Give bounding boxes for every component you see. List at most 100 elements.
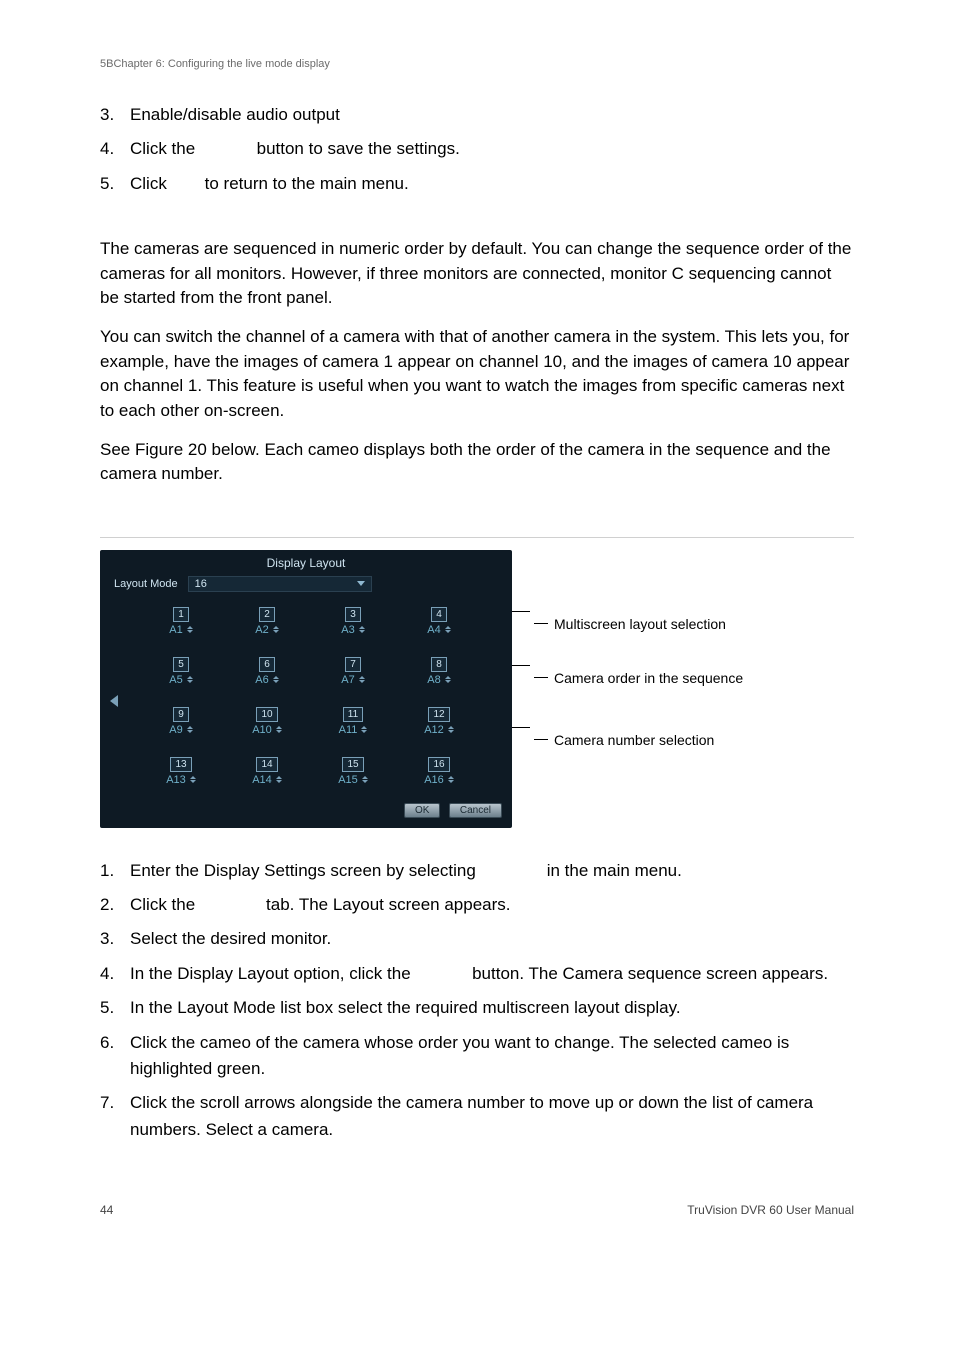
spinner-up-icon[interactable] [445,626,451,629]
step-number: 3. [100,102,130,128]
spinner-up-icon[interactable] [187,726,193,729]
spinner-down-icon[interactable] [273,630,279,633]
cameo-order: 12 [428,707,449,722]
spinner-down-icon[interactable] [448,730,454,733]
step-3: 3. Enable/disable audio output [100,102,854,128]
cameo-spinner[interactable] [187,726,193,733]
paragraph: See Figure 20 below. Each cameo displays… [100,438,854,487]
cameo-camera-number: A6 [255,674,268,686]
cameo[interactable]: 13A13 [146,754,216,786]
spinner-up-icon[interactable] [359,626,365,629]
spinner-down-icon[interactable] [359,630,365,633]
annotation-camera-number: Camera number selection [534,732,714,748]
cameo-spinner[interactable] [276,776,282,783]
spinner-down-icon[interactable] [187,680,193,683]
screenshot-title: Display Layout [100,550,512,574]
cameo-camera-number: A5 [169,674,182,686]
spinner-down-icon[interactable] [190,780,196,783]
spinner-up-icon[interactable] [273,676,279,679]
spinner-up-icon[interactable] [190,776,196,779]
cameo-spinner[interactable] [445,626,451,633]
spinner-up-icon[interactable] [448,726,454,729]
cameo-camera-number: A3 [341,624,354,636]
cameo[interactable]: 9A9 [146,704,216,736]
cameo-spinner[interactable] [361,726,367,733]
cameo-order: 8 [431,657,447,672]
layout-mode-dropdown[interactable]: 16 [188,576,372,592]
cameo[interactable]: 15A15 [318,754,388,786]
spinner-up-icon[interactable] [445,676,451,679]
cameo-order: 6 [259,657,275,672]
cameo[interactable]: 14A14 [232,754,302,786]
cameo[interactable]: 16A16 [404,754,474,786]
cameo-camera-number: A11 [339,724,358,736]
cameo-order: 2 [259,607,275,622]
bottom-steps: 1. Enter the Display Settings screen by … [100,858,854,1143]
cameo-spinner[interactable] [190,776,196,783]
spinner-up-icon[interactable] [276,776,282,779]
chevron-down-icon [357,581,365,586]
cameo-spinner[interactable] [359,626,365,633]
spinner-up-icon[interactable] [359,676,365,679]
spinner-up-icon[interactable] [361,726,367,729]
spinner-down-icon[interactable] [273,680,279,683]
spinner-down-icon[interactable] [187,630,193,633]
chapter-header: 5BChapter 6: Configuring the live mode d… [100,58,854,70]
cameo-camera-number: A1 [169,624,182,636]
cameo-order: 14 [256,757,277,772]
cameo[interactable]: 5A5 [146,654,216,686]
cameo[interactable]: 8A8 [404,654,474,686]
cameo[interactable]: 11A11 [318,704,388,736]
spinner-up-icon[interactable] [276,726,282,729]
cameo-spinner[interactable] [273,676,279,683]
spinner-down-icon[interactable] [187,730,193,733]
step-text: In the Layout Mode list box select the r… [130,995,681,1021]
cameo-camera-number: A14 [252,774,272,786]
cameo-spinner[interactable] [445,676,451,683]
cameo-spinner[interactable] [362,776,368,783]
cameo-spinner[interactable] [448,726,454,733]
spinner-down-icon[interactable] [445,680,451,683]
cancel-button[interactable]: Cancel [449,803,502,818]
cameo-spinner[interactable] [187,626,193,633]
ok-button[interactable]: OK [404,803,440,818]
cameo-order: 4 [431,607,447,622]
cameo-order: 11 [343,707,363,722]
cameo-spinner[interactable] [448,776,454,783]
spinner-up-icon[interactable] [362,776,368,779]
spinner-down-icon[interactable] [448,780,454,783]
spinner-down-icon[interactable] [361,730,367,733]
spinner-up-icon[interactable] [273,626,279,629]
cameo[interactable]: 1A1 [146,604,216,636]
cameo[interactable]: 4A4 [404,604,474,636]
spinner-up-icon[interactable] [448,776,454,779]
bstep-5: 5. In the Layout Mode list box select th… [100,995,854,1021]
spinner-down-icon[interactable] [276,780,282,783]
annotation-camera-order: Camera order in the sequence [534,670,743,686]
spinner-up-icon[interactable] [187,676,193,679]
cameo-spinner[interactable] [273,626,279,633]
cameo-spinner[interactable] [187,676,193,683]
cameo-camera-number: A8 [427,674,440,686]
cameo[interactable]: 6A6 [232,654,302,686]
cameo[interactable]: 7A7 [318,654,388,686]
cameo[interactable]: 12A12 [404,704,474,736]
spinner-down-icon[interactable] [445,630,451,633]
cameo-spinner[interactable] [276,726,282,733]
cameo-camera-number: A15 [338,774,358,786]
spinner-down-icon[interactable] [276,730,282,733]
bstep-4: 4. In the Display Layout option, click t… [100,961,854,987]
spinner-up-icon[interactable] [187,626,193,629]
cameo[interactable]: 3A3 [318,604,388,636]
page-footer: 44 TruVision DVR 60 User Manual [100,1203,854,1217]
cameo-order: 16 [428,757,449,772]
spinner-down-icon[interactable] [362,780,368,783]
spinner-down-icon[interactable] [359,680,365,683]
manual-title: TruVision DVR 60 User Manual [687,1203,854,1217]
cameo[interactable]: 2A2 [232,604,302,636]
cameo[interactable]: 10A10 [232,704,302,736]
annotation-multiscreen: Multiscreen layout selection [534,616,726,632]
cameo-spinner[interactable] [359,676,365,683]
step-number: 5. [100,171,130,197]
step-number: 5. [100,995,130,1021]
